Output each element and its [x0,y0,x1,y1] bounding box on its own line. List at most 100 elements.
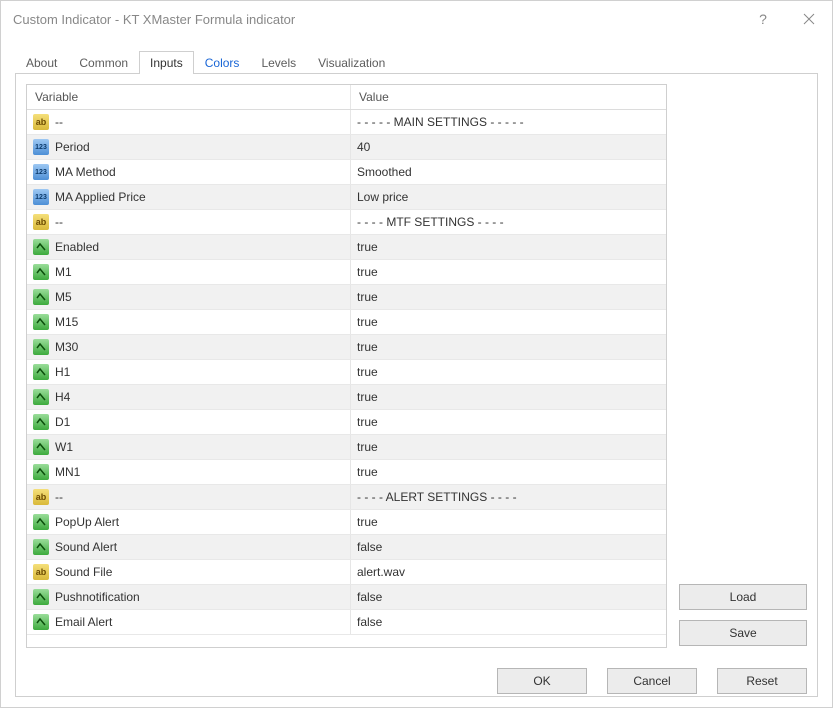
value-text: - - - - MTF SETTINGS - - - - [357,215,504,229]
cell-value[interactable]: true [351,260,666,284]
variable-name: MA Applied Price [55,190,146,204]
bool-type-icon [33,514,49,530]
bool-type-icon [33,439,49,455]
value-text: false [357,590,382,604]
help-icon: ? [759,11,767,27]
variable-name: W1 [55,440,73,454]
load-button[interactable]: Load [679,584,807,610]
cell-value[interactable]: true [351,235,666,259]
cell-value[interactable]: true [351,310,666,334]
bool-type-icon [33,264,49,280]
tab-about[interactable]: About [15,51,68,74]
variable-name: M1 [55,265,72,279]
variable-name: Enabled [55,240,99,254]
string-type-icon: ab [33,214,49,230]
table-row[interactable]: ab -- - - - - MTF SETTINGS - - - - [27,210,666,235]
cell-value[interactable]: alert.wav [351,560,666,584]
cell-variable: M5 [27,285,351,309]
cell-value[interactable]: Low price [351,185,666,209]
table-row[interactable]: MN1true [27,460,666,485]
table-row[interactable]: W1 true [27,435,666,460]
value-text: true [357,340,378,354]
table-row[interactable]: 123MA MethodSmoothed [27,160,666,185]
cell-value[interactable]: true [351,385,666,409]
inputs-table: Variable Value ab--- - - - - MAIN SETTIN… [26,84,667,648]
table-row[interactable]: M15 true [27,310,666,335]
table-row[interactable]: M1 true [27,260,666,285]
window-title: Custom Indicator - KT XMaster Formula in… [13,12,740,27]
cell-variable: Sound Alert [27,535,351,559]
cell-variable: Pushnotification [27,585,351,609]
cell-value[interactable]: false [351,585,666,609]
cell-variable: ab-- [27,485,351,509]
string-type-icon: ab [33,114,49,130]
cell-value[interactable]: true [351,285,666,309]
table-row[interactable]: H4 true [27,385,666,410]
table-row[interactable]: abSound Filealert.wav [27,560,666,585]
table-row[interactable]: H1 true [27,360,666,385]
table-row[interactable]: D1 true [27,410,666,435]
cell-value[interactable]: true [351,360,666,384]
ok-button[interactable]: OK [497,668,587,694]
cell-value[interactable]: Smoothed [351,160,666,184]
cell-variable: abSound File [27,560,351,584]
bool-type-icon [33,339,49,355]
cell-variable: 123Period [27,135,351,159]
variable-name: H1 [55,365,70,379]
cell-variable: M15 [27,310,351,334]
variable-name: -- [55,215,63,229]
table-row[interactable]: 123 MA Applied Price Low price [27,185,666,210]
tab-inputs[interactable]: Inputs [139,51,194,74]
close-button[interactable] [786,1,832,37]
table-row[interactable]: Sound Alertfalse [27,535,666,560]
value-text: true [357,240,378,254]
cell-value[interactable]: true [351,510,666,534]
dialog-window: Custom Indicator - KT XMaster Formula in… [0,0,833,708]
help-button[interactable]: ? [740,1,786,37]
cell-value[interactable]: - - - - MTF SETTINGS - - - - [351,210,666,234]
table-row[interactable]: Enabled true [27,235,666,260]
number-type-icon: 123 [33,189,49,205]
tab-common[interactable]: Common [68,51,139,74]
cell-value[interactable]: true [351,460,666,484]
cell-value[interactable]: - - - - ALERT SETTINGS - - - - [351,485,666,509]
tab-visualization[interactable]: Visualization [307,51,396,74]
cell-value[interactable]: - - - - - MAIN SETTINGS - - - - - [351,110,666,134]
titlebar: Custom Indicator - KT XMaster Formula in… [1,1,832,37]
cell-value[interactable]: true [351,410,666,434]
cancel-button[interactable]: Cancel [607,668,697,694]
table-row[interactable]: Pushnotification false [27,585,666,610]
bool-type-icon [33,389,49,405]
value-text: Smoothed [357,165,412,179]
table-body: ab--- - - - - MAIN SETTINGS - - - - -123… [27,110,666,635]
tab-colors[interactable]: Colors [194,51,251,74]
variable-name: H4 [55,390,70,404]
table-row[interactable]: ab--- - - - ALERT SETTINGS - - - - [27,485,666,510]
cell-value[interactable]: false [351,610,666,634]
bool-type-icon [33,239,49,255]
variable-name: D1 [55,415,70,429]
column-header-variable[interactable]: Variable [27,85,351,109]
table-row[interactable]: M30 true [27,335,666,360]
table-row[interactable]: M5true [27,285,666,310]
variable-name: M15 [55,315,78,329]
string-type-icon: ab [33,489,49,505]
table-row[interactable]: 123Period40 [27,135,666,160]
cell-variable: Enabled [27,235,351,259]
save-button[interactable]: Save [679,620,807,646]
side-buttons: Load Save [679,84,807,648]
cell-variable: M30 [27,335,351,359]
cell-variable: MN1 [27,460,351,484]
cell-value[interactable]: false [351,535,666,559]
tab-levels[interactable]: Levels [250,51,307,74]
table-row[interactable]: PopUp Alerttrue [27,510,666,535]
table-row[interactable]: ab--- - - - - MAIN SETTINGS - - - - - [27,110,666,135]
table-row[interactable]: Email Alertfalse [27,610,666,635]
column-header-value[interactable]: Value [351,85,666,109]
dialog-footer: OK Cancel Reset [16,658,817,696]
cell-value[interactable]: 40 [351,135,666,159]
bool-type-icon [33,364,49,380]
cell-value[interactable]: true [351,335,666,359]
cell-value[interactable]: true [351,435,666,459]
reset-button[interactable]: Reset [717,668,807,694]
